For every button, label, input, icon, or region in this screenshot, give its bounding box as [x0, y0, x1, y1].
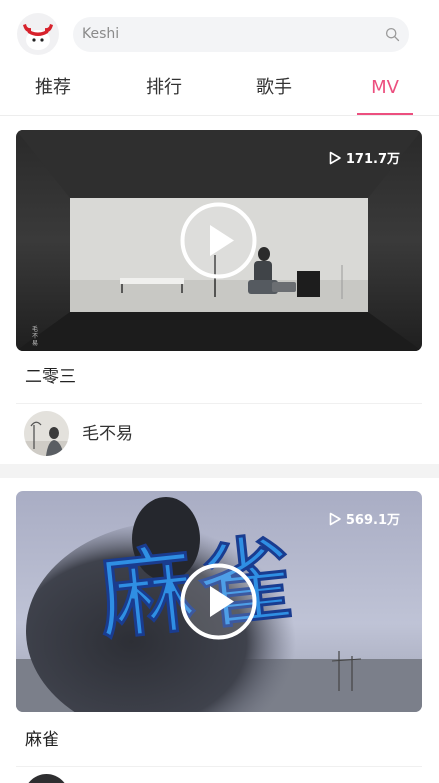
view-count: 171.7万 — [328, 148, 400, 167]
active-tab-indicator — [357, 113, 413, 115]
search-icon[interactable] — [385, 27, 400, 42]
header: Keshi — [0, 0, 439, 68]
play-small-icon — [329, 151, 341, 164]
mv-card: 171.7万 毛不易 二零三 毛不易 — [0, 116, 439, 464]
divider — [16, 766, 422, 767]
tab-mv[interactable]: MV — [345, 76, 425, 100]
play-button-icon[interactable] — [179, 201, 258, 280]
mv-title[interactable]: 二零三 — [25, 366, 76, 388]
avatar[interactable] — [24, 774, 69, 783]
app-logo[interactable] — [17, 13, 59, 55]
author-name[interactable]: 毛不易 — [82, 423, 133, 445]
play-small-icon — [329, 512, 341, 525]
moose-logo-icon — [23, 24, 53, 50]
tab-ranking[interactable]: 排行 — [124, 76, 204, 100]
mv-card: 麻雀 569.1万 麻雀 — [0, 478, 439, 783]
divider — [16, 403, 422, 404]
mv-thumbnail[interactable]: 171.7万 毛不易 — [16, 130, 422, 351]
play-button-icon[interactable] — [179, 562, 258, 641]
mv-title[interactable]: 麻雀 — [25, 729, 59, 751]
author-avatar-image — [24, 774, 69, 783]
view-count: 569.1万 — [328, 509, 400, 528]
section-separator — [0, 464, 439, 478]
mv-thumbnail[interactable]: 麻雀 569.1万 — [16, 491, 422, 712]
view-count-text: 569.1万 — [345, 513, 400, 528]
view-count-text: 171.7万 — [345, 152, 400, 167]
tab-recommend[interactable]: 推荐 — [13, 76, 93, 100]
search-input[interactable]: Keshi — [82, 26, 119, 43]
mv-side-caption: 毛不易 — [32, 326, 39, 347]
author-avatar-image — [24, 411, 69, 456]
nav-tabs: 推荐 排行 歌手 MV — [0, 68, 439, 116]
search-bar[interactable]: Keshi — [73, 17, 409, 52]
tab-singer[interactable]: 歌手 — [234, 76, 314, 100]
avatar[interactable] — [24, 411, 69, 456]
